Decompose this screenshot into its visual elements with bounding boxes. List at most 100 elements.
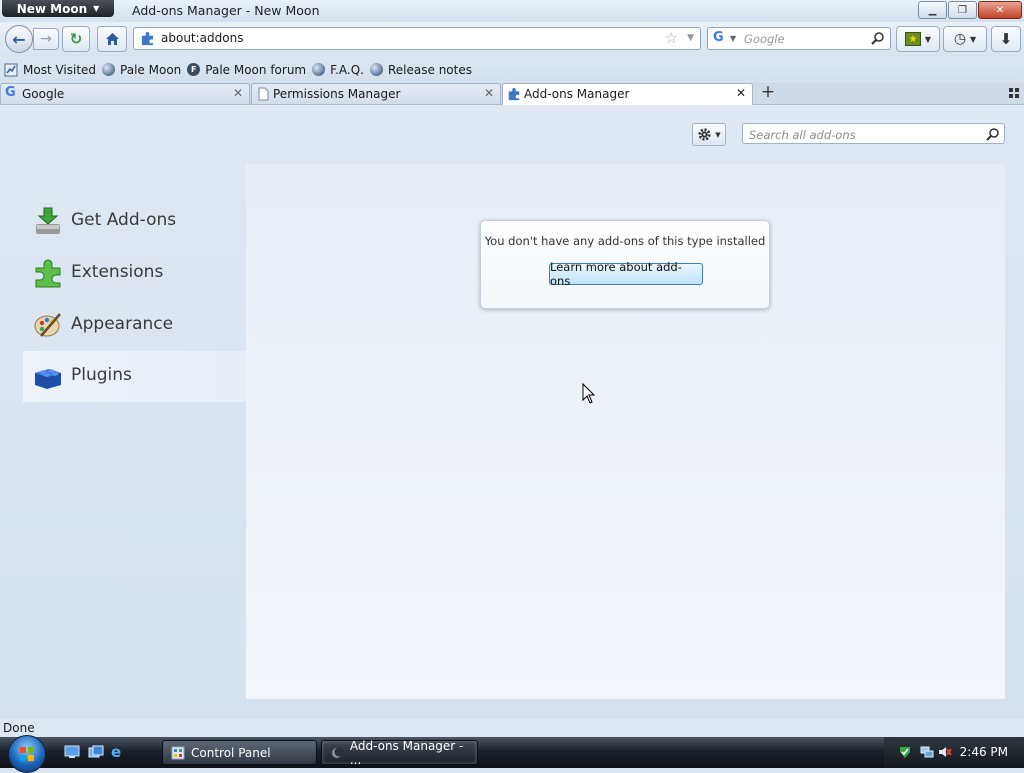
- bookmark-most-visited[interactable]: Most Visited: [4, 63, 96, 77]
- category-label: Plugins: [71, 365, 132, 385]
- windows-logo-icon: [20, 747, 34, 761]
- forward-button[interactable]: →: [33, 28, 59, 50]
- taskbar-addons-manager[interactable]: Add-ons Manager - ...: [321, 739, 478, 767]
- list-all-tabs-icon[interactable]: [1009, 88, 1019, 98]
- clock-icon: ◷: [953, 31, 967, 47]
- category-plugins[interactable]: Plugins: [23, 351, 246, 402]
- minimize-icon: ▁: [928, 4, 937, 16]
- url-dropdown-icon[interactable]: ▼: [687, 33, 694, 43]
- tab-label: Google: [22, 87, 65, 101]
- empty-message: You don't have any add-ons of this type …: [484, 234, 766, 248]
- most-visited-icon: [4, 63, 18, 76]
- bookmarks-toolbar: Most Visited Pale Moon F Pale Moon forum…: [0, 58, 1024, 81]
- tools-gear-button[interactable]: ▼: [692, 123, 726, 146]
- category-get-addons[interactable]: Get Add-ons: [23, 196, 246, 247]
- download-arrow-icon: ⬇: [999, 30, 1013, 48]
- forward-arrow-icon: →: [40, 31, 52, 47]
- lego-brick-icon: [35, 369, 61, 389]
- category-appearance[interactable]: Appearance: [23, 300, 246, 351]
- window-title: Add-ons Manager - New Moon: [132, 3, 320, 18]
- status-bar: Done: [0, 719, 1024, 737]
- close-tab-icon[interactable]: ✕: [233, 86, 243, 100]
- web-search-box[interactable]: G ▼ Google: [707, 27, 891, 50]
- page-icon: [258, 87, 269, 101]
- puzzle-icon: [508, 87, 520, 101]
- downloads-button[interactable]: ⬇: [991, 26, 1021, 52]
- bookmarks-menu-button[interactable]: ★ ▼: [896, 26, 940, 52]
- window-controls: ▁ ❐ ✕: [918, 1, 1022, 19]
- bookmark-label: Pale Moon forum: [205, 62, 307, 77]
- system-tray: 2:46 PM: [884, 737, 1024, 768]
- network-icon[interactable]: [920, 745, 934, 759]
- new-tab-button[interactable]: +: [758, 83, 778, 103]
- bookmark-release-notes[interactable]: Release notes: [370, 63, 472, 77]
- category-label: Appearance: [71, 314, 174, 334]
- reload-button[interactable]: ↻: [62, 26, 90, 52]
- title-bar: New Moon ▼ Add-ons Manager - New Moon ▁ …: [0, 0, 1024, 22]
- category-extensions[interactable]: Extensions: [23, 248, 246, 299]
- web-search-placeholder: Google: [744, 32, 785, 46]
- security-shield-icon[interactable]: [898, 745, 912, 759]
- start-button[interactable]: [8, 735, 46, 773]
- forum-icon: F: [187, 63, 201, 76]
- reload-icon: ↻: [69, 30, 83, 48]
- home-button[interactable]: [97, 26, 127, 52]
- tab-google[interactable]: G Google ✕: [0, 83, 250, 104]
- app-menu-button[interactable]: New Moon ▼: [2, 0, 114, 17]
- tab-strip: G Google ✕ Permissions Manager ✕ Add-ons…: [0, 82, 1024, 105]
- bookmark-pale-moon[interactable]: Pale Moon: [102, 63, 181, 77]
- back-forward-group: ← →: [5, 25, 60, 53]
- chevron-down-icon: ▼: [924, 34, 932, 44]
- addons-search-placeholder: Search all add-ons: [749, 128, 856, 142]
- bookmarks-icon: ★: [904, 32, 921, 46]
- puzzle-icon: [141, 31, 154, 46]
- taskbar-clock[interactable]: 2:46 PM: [960, 745, 1008, 759]
- engine-dropdown-icon[interactable]: ▼: [730, 34, 736, 43]
- globe-icon: [370, 63, 383, 76]
- history-button[interactable]: ◷ ▼: [943, 26, 987, 52]
- bookmark-star-icon[interactable]: ☆: [665, 29, 678, 47]
- back-button[interactable]: ←: [5, 25, 33, 53]
- bookmark-pale-moon-forum[interactable]: F Pale Moon forum: [187, 63, 306, 77]
- task-label: Control Panel: [191, 745, 271, 760]
- minimize-button[interactable]: ▁: [918, 1, 947, 19]
- search-icon[interactable]: [986, 127, 1000, 141]
- switch-windows-icon[interactable]: [88, 745, 104, 759]
- close-tab-icon[interactable]: ✕: [736, 86, 746, 100]
- restore-button[interactable]: ❐: [948, 1, 977, 19]
- google-icon: G: [5, 85, 16, 100]
- restore-icon: ❐: [958, 4, 967, 16]
- control-panel-icon: [171, 746, 185, 759]
- gear-icon: [698, 128, 711, 141]
- palette-icon: [34, 313, 61, 337]
- home-icon: [105, 33, 119, 45]
- search-icon[interactable]: [871, 31, 885, 45]
- caret-down-icon: ▼: [93, 4, 100, 13]
- tab-addons-manager[interactable]: Add-ons Manager ✕: [502, 83, 753, 105]
- tab-label: Permissions Manager: [273, 87, 401, 101]
- volume-muted-icon[interactable]: [938, 745, 952, 759]
- bookmark-faq[interactable]: F.A.Q.: [312, 63, 364, 77]
- close-window-button[interactable]: ✕: [978, 1, 1022, 19]
- bookmark-label: Pale Moon: [120, 62, 182, 77]
- addons-search-input[interactable]: Search all add-ons: [742, 123, 1005, 144]
- show-desktop-icon[interactable]: [64, 745, 80, 759]
- internet-explorer-icon[interactable]: e: [111, 743, 127, 761]
- google-engine-icon[interactable]: G: [713, 30, 724, 45]
- chevron-down-icon: ▼: [970, 34, 977, 44]
- app-menu-label: New Moon: [16, 1, 88, 16]
- close-tab-icon[interactable]: ✕: [484, 86, 494, 100]
- taskbar-control-panel[interactable]: Control Panel: [162, 740, 317, 765]
- plus-icon: +: [760, 82, 776, 102]
- tab-permissions-manager[interactable]: Permissions Manager ✕: [251, 83, 501, 104]
- windows-taskbar: e Control Panel Add-ons Manager - ... 2:…: [0, 735, 1024, 773]
- learn-more-button[interactable]: Learn more about add-ons: [549, 260, 703, 288]
- addons-list-pane: You don't have any add-ons of this type …: [246, 164, 1005, 699]
- get-addons-icon: [36, 207, 60, 234]
- url-bar[interactable]: about:addons ☆ ▼: [133, 27, 701, 50]
- globe-icon: [102, 63, 116, 76]
- tab-label: Add-ons Manager: [524, 87, 630, 101]
- status-text: Done: [3, 721, 35, 735]
- chevron-down-icon: ▼: [715, 130, 721, 139]
- back-arrow-icon: ←: [12, 29, 26, 49]
